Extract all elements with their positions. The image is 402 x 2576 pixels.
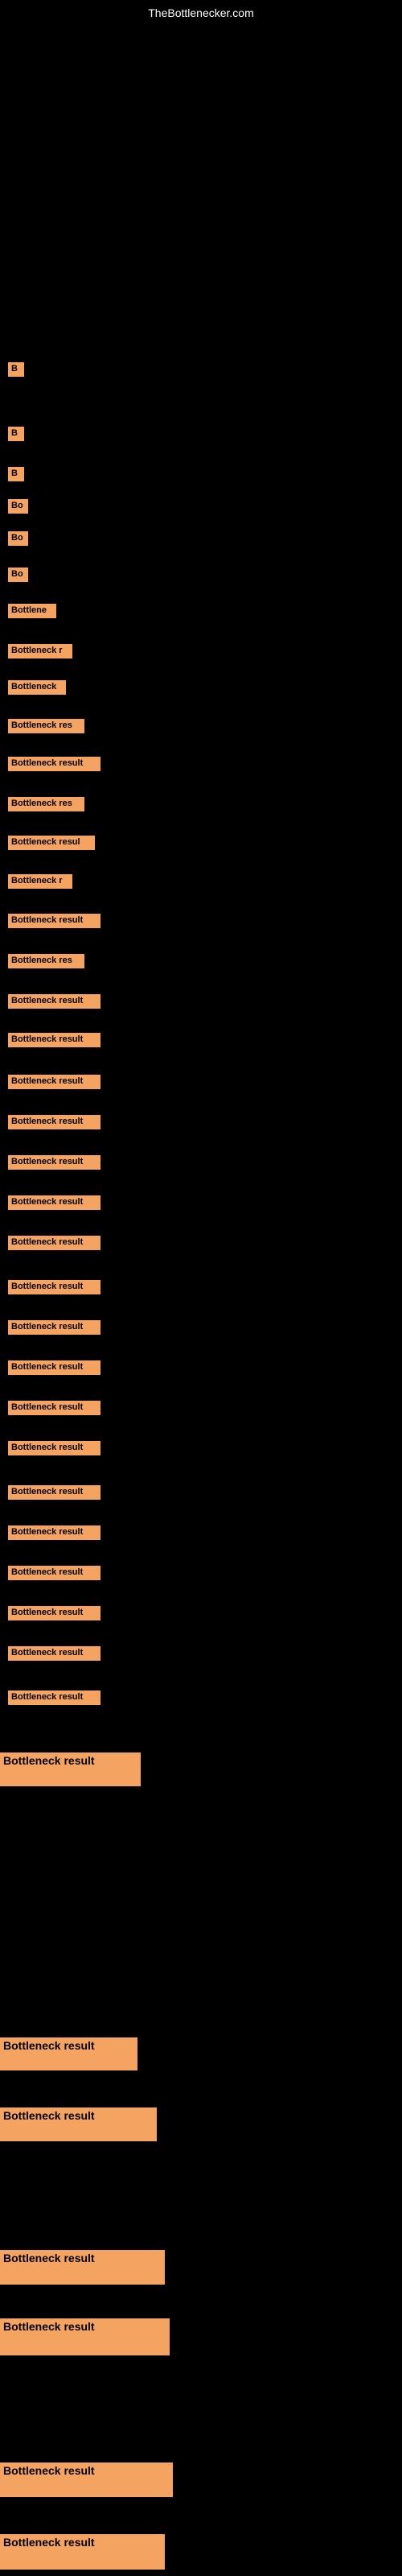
bottleneck-result-label: Bo — [8, 499, 28, 514]
bottleneck-result-label: Bottleneck result — [8, 1280, 100, 1294]
bottleneck-result-label: Bottleneck res — [8, 797, 84, 811]
bottleneck-result-label: Bottleneck result — [8, 1485, 100, 1500]
bottleneck-result-label: Bottleneck result — [8, 914, 100, 928]
bottleneck-result-label: Bottleneck result — [8, 1195, 100, 1210]
bottleneck-result-label: Bottleneck result — [8, 1236, 100, 1250]
bottleneck-result-label: Bottleneck result — [8, 1566, 100, 1580]
bottleneck-result-label: Bo — [8, 531, 28, 546]
bottleneck-result-label: B — [8, 427, 24, 441]
bottleneck-result-label: Bottleneck r — [8, 644, 72, 658]
bottleneck-result-label: Bottleneck — [8, 680, 66, 695]
bottleneck-result-label: Bottleneck result — [8, 1075, 100, 1089]
bottleneck-result-label: Bottleneck resul — [8, 836, 95, 850]
bottleneck-result-label: Bottleneck result — [0, 2318, 170, 2355]
bottleneck-result-label: Bottleneck result — [0, 2250, 165, 2285]
site-title: TheBottlenecker.com — [148, 6, 254, 19]
bottleneck-result-label: Bottleneck result — [8, 1441, 100, 1455]
bottleneck-result-label: Bottleneck result — [8, 1646, 100, 1661]
bottleneck-result-label: B — [8, 362, 24, 377]
bottleneck-result-label: Bottleneck res — [8, 954, 84, 968]
bottleneck-result-label: Bottleneck result — [0, 1752, 141, 1786]
bottleneck-result-label: Bottleneck result — [8, 994, 100, 1009]
bottleneck-result-label: Bottleneck result — [8, 757, 100, 771]
bottleneck-result-label: Bottleneck result — [8, 1033, 100, 1047]
bottleneck-result-label: Bottleneck result — [8, 1360, 100, 1375]
bottleneck-result-label: Bottleneck result — [8, 1155, 100, 1170]
bottleneck-result-label: Bottleneck result — [8, 1525, 100, 1540]
bottleneck-result-label: Bottleneck result — [0, 2107, 157, 2141]
bottleneck-result-label: Bottleneck result — [0, 2037, 137, 2070]
bottleneck-result-label: Bottleneck result — [0, 2534, 165, 2570]
bottleneck-result-label: Bottleneck r — [8, 874, 72, 889]
bottleneck-result-label: Bottleneck result — [8, 1115, 100, 1129]
bottleneck-result-label: Bottleneck result — [8, 1320, 100, 1335]
bottleneck-result-label: B — [8, 467, 24, 481]
bottleneck-result-label: Bottlene — [8, 604, 56, 618]
bottleneck-result-label: Bottleneck result — [8, 1606, 100, 1620]
bottleneck-result-label: Bo — [8, 568, 28, 582]
bottleneck-result-label: Bottleneck result — [8, 1401, 100, 1415]
bottleneck-result-label: Bottleneck res — [8, 719, 84, 733]
bottleneck-result-label: Bottleneck result — [8, 1690, 100, 1705]
bottleneck-result-label: Bottleneck result — [0, 2462, 173, 2497]
